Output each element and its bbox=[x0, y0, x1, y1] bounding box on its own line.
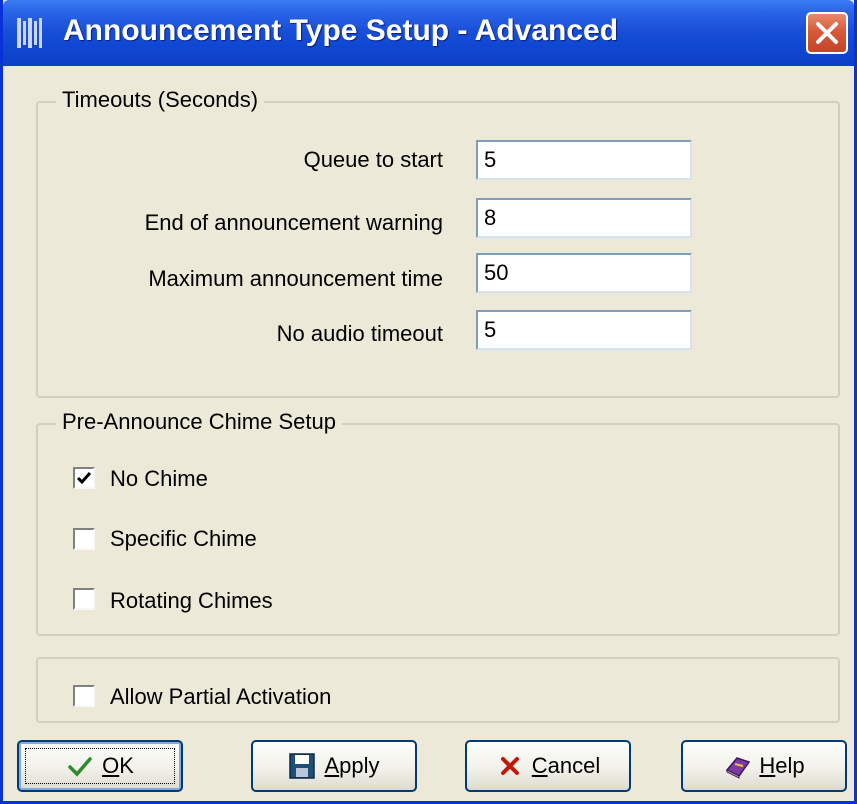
help-book-icon bbox=[726, 757, 751, 779]
no-chime-checkbox[interactable] bbox=[73, 467, 95, 489]
rotating-chimes-label[interactable]: Rotating Chimes bbox=[110, 588, 273, 614]
partial-activation-label[interactable]: Allow Partial Activation bbox=[110, 684, 331, 710]
x-icon bbox=[500, 757, 519, 775]
partial-activation-checkbox[interactable] bbox=[73, 685, 95, 707]
rotating-chimes-checkbox[interactable] bbox=[73, 588, 95, 610]
dialog-window: Announcement Type Setup - Advanced Timeo… bbox=[0, 0, 857, 804]
no-audio-timeout-label: No audio timeout bbox=[276, 321, 443, 346]
check-mark-icon bbox=[76, 472, 92, 485]
help-button[interactable]: Help bbox=[681, 740, 847, 792]
max-announcement-input[interactable] bbox=[476, 253, 692, 293]
apply-button[interactable]: Apply bbox=[251, 740, 417, 792]
help-label: Help bbox=[759, 753, 805, 778]
floppy-disk-icon bbox=[289, 753, 316, 779]
app-icon bbox=[17, 18, 42, 48]
ok-button[interactable]: OK bbox=[17, 740, 183, 792]
queue-to-start-label: Queue to start bbox=[303, 147, 443, 172]
specific-chime-checkbox[interactable] bbox=[73, 528, 95, 550]
specific-chime-label[interactable]: Specific Chime bbox=[110, 526, 257, 552]
max-announcement-label: Maximum announcement time bbox=[148, 266, 443, 291]
apply-label: Apply bbox=[324, 753, 380, 778]
no-audio-timeout-input[interactable] bbox=[476, 310, 692, 350]
end-warning-label: End of announcement warning bbox=[144, 210, 443, 235]
end-warning-input[interactable] bbox=[476, 198, 692, 238]
title-bar[interactable]: Announcement Type Setup - Advanced bbox=[3, 0, 854, 66]
close-icon bbox=[816, 22, 838, 44]
chime-setup-legend: Pre-Announce Chime Setup bbox=[56, 409, 342, 435]
ok-label: OK bbox=[102, 753, 134, 778]
cancel-button[interactable]: Cancel bbox=[465, 740, 631, 792]
timeouts-group: Timeouts (Seconds) bbox=[36, 87, 840, 398]
cancel-label: Cancel bbox=[531, 753, 601, 778]
window-title: Announcement Type Setup - Advanced bbox=[63, 14, 619, 47]
timeouts-legend: Timeouts (Seconds) bbox=[56, 87, 265, 113]
queue-to-start-input[interactable] bbox=[476, 140, 692, 180]
no-chime-label[interactable]: No Chime bbox=[110, 466, 208, 492]
close-button[interactable] bbox=[806, 12, 848, 54]
focus-rectangle bbox=[25, 748, 175, 784]
